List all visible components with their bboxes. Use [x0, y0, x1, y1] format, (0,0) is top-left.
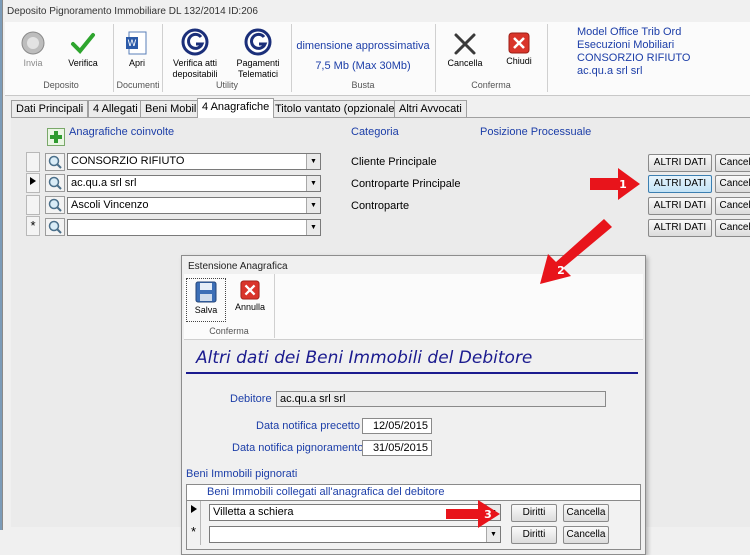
tab-anagrafiche[interactable]: 4 Anagrafiche: [197, 98, 275, 118]
annotation-arrow-1: 1: [590, 168, 640, 200]
annotation-arrow-3: 3: [446, 500, 500, 528]
annotation-label-3: 3: [484, 508, 492, 521]
annotation-arrow-2: 2: [540, 219, 612, 284]
annotation-label-2: 2: [557, 264, 565, 277]
annotation-label-1: 1: [619, 178, 627, 191]
annotation-overlay: 1 2 3: [446, 168, 640, 528]
